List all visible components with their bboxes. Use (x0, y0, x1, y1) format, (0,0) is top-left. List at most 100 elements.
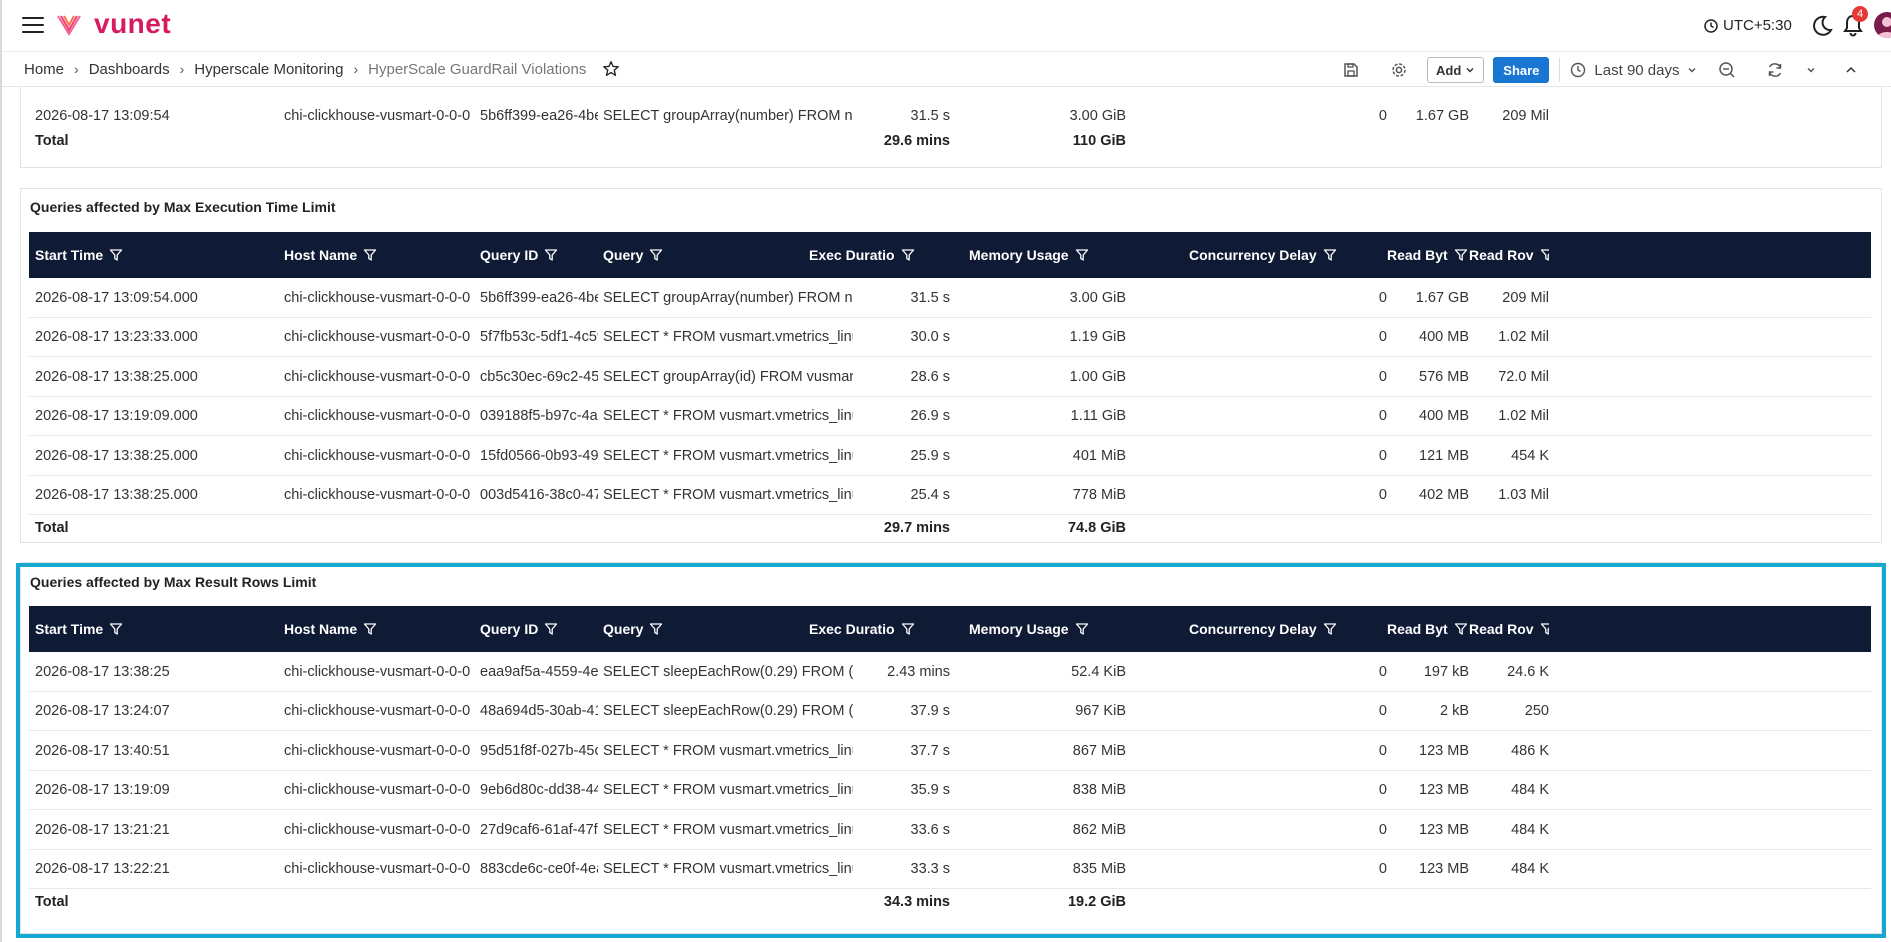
cell-concurrency-delay: 0 (1378, 408, 1387, 424)
filter-icon[interactable] (901, 622, 915, 636)
zoom-out-button[interactable] (1713, 56, 1741, 84)
cell-read-bytes: 400 MB (1419, 408, 1469, 424)
settings-button[interactable] (1385, 56, 1413, 84)
add-button[interactable]: Add (1427, 57, 1485, 83)
refresh-button[interactable] (1761, 56, 1789, 84)
filter-icon[interactable] (1454, 622, 1468, 636)
cell-read-rows: 486 K (1511, 742, 1549, 759)
avatar[interactable] (1874, 12, 1891, 38)
brand-name[interactable]: vunet (94, 8, 171, 40)
cell-exec-duration: 37.7 s (910, 742, 951, 759)
moon-icon[interactable] (1810, 14, 1834, 38)
filter-icon[interactable] (1075, 248, 1089, 262)
cell-start-time: 2026-08-17 13:40:51 (35, 742, 170, 759)
chevron-up-icon (1846, 66, 1857, 73)
cell-exec-duration: 25.4 s (910, 487, 951, 503)
cell-start-time: 2026-08-17 13:19:09.000 (35, 408, 198, 424)
table-row[interactable]: 2026-08-17 13:21:21 chi-clickhouse-vusmar… (29, 810, 1871, 850)
breadcrumb-home[interactable]: Home (24, 61, 64, 78)
filter-icon[interactable] (1540, 248, 1549, 262)
table-row[interactable]: 2026-08-17 13:19:09 chi-clickhouse-vusmar… (29, 771, 1871, 810)
filter-icon[interactable] (363, 622, 377, 636)
table-row[interactable]: 2026-08-17 13:24:07 chi-clickhouse-vusmar… (29, 692, 1871, 731)
share-button[interactable]: Share (1493, 57, 1550, 83)
cell-concurrency-delay: 0 (1378, 742, 1387, 759)
table-row[interactable]: 2026-08-17 13:40:51 chi-clickhouse-vusmar… (29, 731, 1871, 771)
cell-exec-duration: 25.9 s (910, 447, 951, 464)
filter-icon[interactable] (1075, 622, 1089, 636)
column-header-concurrency-delay[interactable]: Concurrency Delay (1189, 232, 1387, 278)
column-header-query-id[interactable]: Query ID (480, 606, 598, 652)
filter-icon[interactable] (544, 622, 558, 636)
column-header-start-time[interactable]: Start Time (35, 606, 275, 652)
column-header-concurrency-delay[interactable]: Concurrency Delay (1189, 606, 1387, 652)
filter-icon[interactable] (109, 622, 123, 636)
table-row[interactable]: 2026-08-17 13:38:25.000 chi-clickhouse-vu… (29, 436, 1871, 476)
cell-start-time: 2026-08-17 13:23:33.000 (35, 329, 198, 345)
hamburger-menu-icon[interactable] (22, 17, 44, 33)
column-header-query-id[interactable]: Query ID (480, 232, 598, 278)
table-row[interactable]: 2026-08-17 13:38:25 chi-clickhouse-vusmar… (29, 652, 1871, 692)
cell-host-name: chi-clickhouse-vusmart-0-0-0 (284, 742, 471, 759)
breadcrumb-dashboards[interactable]: Dashboards (89, 61, 170, 78)
column-header-label: Read Byt (1387, 247, 1448, 263)
timezone-indicator[interactable]: UTC+5:30 (1704, 17, 1792, 34)
star-icon[interactable] (602, 60, 620, 78)
cell-concurrency-delay: 0 (1378, 329, 1387, 345)
column-header-read-bytes[interactable]: Read Byt (1387, 232, 1469, 278)
column-header-label: Concurrency Delay (1189, 621, 1317, 637)
table-row[interactable]: 2026-08-17 13:19:09.000 chi-clickhouse-vu… (29, 397, 1871, 436)
cell-memory-usage: 1.11 GiB (1070, 408, 1126, 424)
filter-icon[interactable] (1323, 622, 1337, 636)
table-row[interactable]: 2026-08-17 13:09:54 chi-clickhouse-vusmar… (29, 104, 1871, 128)
filter-icon[interactable] (1454, 248, 1468, 262)
refresh-interval-dropdown[interactable] (1797, 56, 1825, 84)
column-header-memory-usage[interactable]: Memory Usage (969, 606, 1126, 652)
table-row[interactable]: 2026-08-17 13:38:25.000 chi-clickhouse-vu… (29, 357, 1871, 397)
filter-icon[interactable] (109, 248, 123, 262)
cell-query-id: 5b6ff399-ea26-4be (480, 108, 598, 124)
save-button[interactable] (1337, 56, 1365, 84)
filter-icon[interactable] (901, 248, 915, 262)
column-header-exec-duration[interactable]: Exec Duratio (809, 606, 950, 652)
filter-icon[interactable] (1323, 248, 1337, 262)
cell-read-rows: 209 Mil (1502, 289, 1549, 306)
column-header-host-name[interactable]: Host Name (284, 606, 480, 652)
column-header-start-time[interactable]: Start Time (35, 232, 275, 278)
column-header-label: Exec Duratio (809, 247, 895, 263)
filter-icon[interactable] (649, 622, 663, 636)
cell-read-bytes: 123 MB (1419, 782, 1469, 798)
filter-icon[interactable] (363, 248, 377, 262)
column-header-read-bytes[interactable]: Read Byt (1387, 606, 1469, 652)
collapse-button[interactable] (1837, 56, 1865, 84)
filter-icon[interactable] (649, 248, 663, 262)
total-memory-usage: 110 GiB (1072, 133, 1126, 149)
table-row[interactable]: 2026-08-17 13:23:33.000 chi-clickhouse-vu… (29, 318, 1871, 357)
column-header-label: Query ID (480, 621, 539, 637)
filter-icon[interactable] (1540, 622, 1549, 636)
column-header-read-rows[interactable]: Read Rov (1469, 232, 1549, 278)
cell-memory-usage: 967 KiB (1075, 703, 1126, 719)
table-row[interactable]: 2026-08-17 13:38:25.000 chi-clickhouse-vu… (29, 476, 1871, 515)
cell-exec-duration: 2.43 mins (887, 663, 950, 680)
column-header-read-rows[interactable]: Read Rov (1469, 606, 1549, 652)
vunet-logo-icon[interactable] (56, 12, 82, 38)
guardrail-table-partial: 2026-08-17 13:09:54 chi-clickhouse-vusmar… (29, 104, 1871, 154)
column-header-host-name[interactable]: Host Name (284, 232, 480, 278)
column-header-exec-duration[interactable]: Exec Duratio (809, 232, 950, 278)
cell-memory-usage: 835 MiB (1072, 861, 1126, 877)
column-header-memory-usage[interactable]: Memory Usage (969, 232, 1126, 278)
time-range-picker[interactable]: Last 90 days (1570, 62, 1697, 79)
cell-host-name: chi-clickhouse-vusmart-0-0-0 (284, 861, 471, 877)
cell-concurrency-delay: 0 (1378, 108, 1387, 124)
table-row[interactable]: 2026-08-17 13:22:21 chi-clickhouse-vusmar… (29, 850, 1871, 889)
filter-icon[interactable] (544, 248, 558, 262)
cell-concurrency-delay: 0 (1378, 487, 1387, 503)
chevron-right-icon: › (353, 61, 359, 77)
cell-concurrency-delay: 0 (1378, 368, 1387, 385)
cell-read-bytes: 123 MB (1419, 821, 1469, 838)
chevron-right-icon: › (74, 61, 79, 77)
breadcrumb-hyperscale-monitoring[interactable]: Hyperscale Monitoring (194, 61, 343, 78)
table-row[interactable]: 2026-08-17 13:09:54.000 chi-clickhouse-vu… (29, 278, 1871, 318)
notification-badge[interactable]: 4 (1852, 6, 1868, 22)
